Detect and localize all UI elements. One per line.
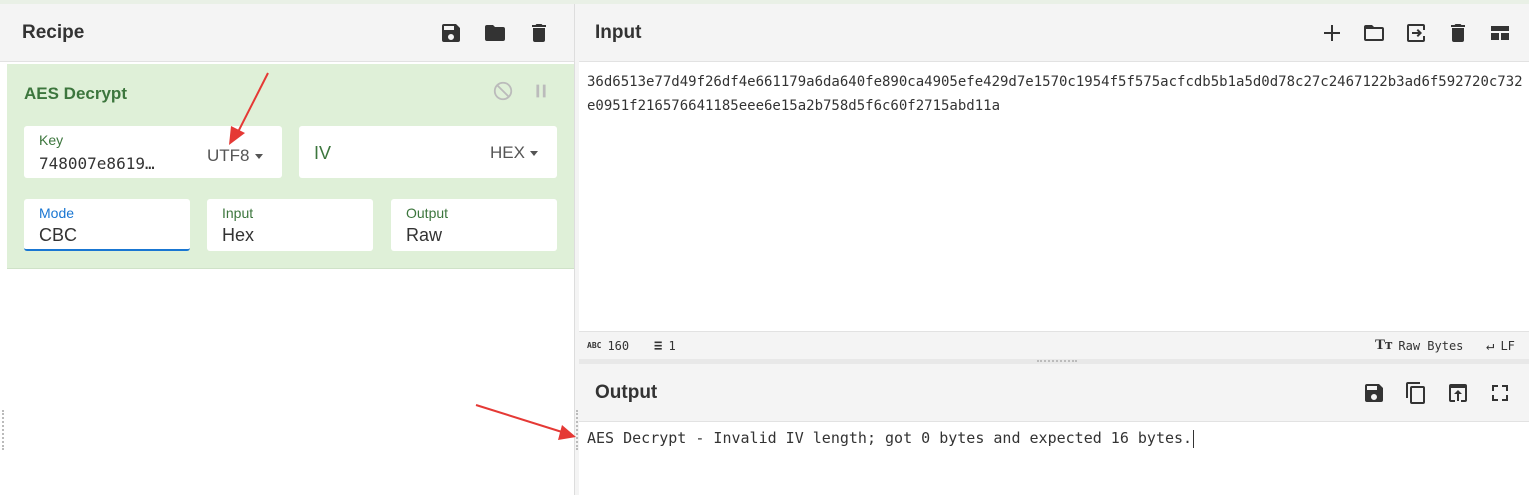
key-encoding-dropdown[interactable]: UTF8 — [207, 146, 263, 166]
output-header: Output — [579, 364, 1529, 422]
output-title: Output — [595, 381, 658, 403]
input-format-field[interactable]: Input Hex — [207, 199, 373, 251]
input-textarea[interactable]: 36d6513e77d49f26df4e661179a6da640fe890ca… — [587, 70, 1523, 118]
eol-indicator[interactable]: ↵ LF — [1486, 338, 1515, 354]
text-cursor — [1193, 429, 1195, 448]
clear-input-icon[interactable] — [1445, 20, 1471, 46]
output-format-label: Output — [406, 205, 449, 221]
layout-icon[interactable] — [1487, 20, 1513, 46]
import-file-icon[interactable] — [1403, 20, 1429, 46]
text-type-icon: Tт — [1375, 337, 1393, 353]
input-format-value: Hex — [222, 225, 255, 245]
line-count: ≡ 1 — [654, 337, 676, 354]
lines-icon: ≡ — [654, 337, 663, 354]
input-toolbar — [1319, 20, 1513, 46]
format-indicator[interactable]: Tт Raw Bytes — [1375, 337, 1463, 354]
open-folder-icon[interactable] — [1361, 20, 1387, 46]
recipe-toolbar — [438, 20, 552, 46]
recipe-panel: Recipe AES Decrypt Key 748007e8619… UTF8… — [0, 4, 575, 495]
add-tab-icon[interactable] — [1319, 20, 1345, 46]
mode-field[interactable]: Mode CBC — [24, 199, 190, 251]
trash-icon[interactable] — [526, 20, 552, 46]
copy-icon[interactable] — [1403, 380, 1429, 406]
mode-label: Mode — [39, 205, 75, 221]
input-format-label: Input — [222, 205, 254, 221]
operation-title: AES Decrypt — [24, 84, 127, 103]
save-icon[interactable] — [438, 20, 464, 46]
mode-value: CBC — [39, 225, 78, 245]
input-header: Input — [579, 4, 1529, 62]
key-label: Key — [39, 132, 64, 148]
output-format-field[interactable]: Output Raw — [391, 199, 557, 251]
iv-field[interactable]: IV HEX — [299, 126, 557, 178]
recipe-title: Recipe — [22, 21, 85, 43]
folder-icon[interactable] — [482, 20, 508, 46]
pause-icon[interactable] — [530, 80, 552, 107]
disable-icon[interactable] — [492, 80, 514, 107]
operation-controls — [492, 80, 552, 107]
key-value: 748007e8619… — [39, 154, 155, 173]
io-divider-grip[interactable] — [1037, 360, 1077, 363]
input-title: Input — [595, 21, 642, 43]
key-field[interactable]: Key 748007e8619… UTF8 — [24, 126, 282, 178]
input-status-bar: ABC 160 ≡ 1 Tт Raw Bytes ↵ LF — [579, 331, 1529, 359]
io-panel: Input 36d6513e77d49f26df4e661179a6da640f… — [579, 4, 1529, 495]
iv-label: IV — [314, 143, 332, 163]
recipe-header: Recipe — [0, 4, 574, 62]
replace-input-icon[interactable] — [1445, 380, 1471, 406]
left-resize-handle[interactable] — [2, 410, 5, 450]
iv-encoding-dropdown[interactable]: HEX — [490, 143, 538, 163]
abc-icon: ABC — [587, 341, 602, 350]
operation-aes-decrypt: AES Decrypt Key 748007e8619… UTF8 IV HEX… — [7, 64, 574, 269]
output-text[interactable]: AES Decrypt - Invalid IV length; got 0 b… — [587, 429, 1195, 448]
maximize-icon[interactable] — [1487, 380, 1513, 406]
char-count: ABC 160 — [587, 338, 630, 353]
return-arrow-icon: ↵ — [1486, 337, 1495, 354]
save-output-icon[interactable] — [1361, 380, 1387, 406]
output-toolbar — [1361, 380, 1513, 406]
output-format-value: Raw — [406, 225, 443, 245]
